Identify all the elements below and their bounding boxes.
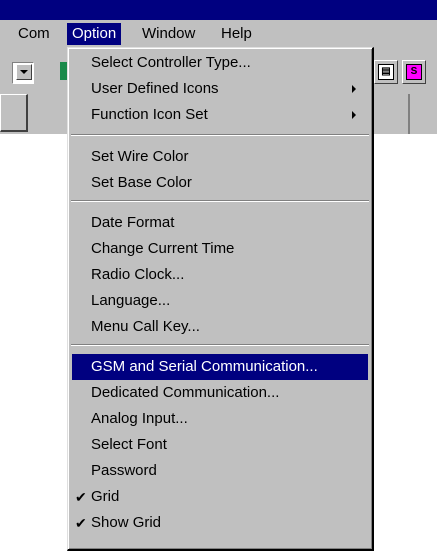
- menu-option[interactable]: Option: [67, 23, 122, 45]
- menu-item-label: User Defined Icons: [91, 80, 219, 97]
- menu-item-date-format[interactable]: Date Format: [72, 210, 368, 236]
- menu-item-label: Menu Call Key...: [91, 318, 200, 335]
- option-menu: Select Controller Type... User Defined Ic…: [67, 47, 374, 551]
- menu-separator: [71, 134, 369, 136]
- checkmark-icon: ✔: [75, 489, 87, 505]
- menu-item-label: Analog Input...: [91, 410, 188, 427]
- menu-item-label: Set Wire Color: [91, 148, 189, 165]
- menu-item-label: GSM and Serial Communication...: [91, 358, 318, 375]
- menu-item-menu-call-key[interactable]: Menu Call Key...: [72, 314, 368, 340]
- menu-item-select-font[interactable]: Select Font: [72, 432, 368, 458]
- menu-item-grid[interactable]: ✔ Grid: [72, 484, 368, 510]
- menu-item-show-grid[interactable]: ✔ Show Grid: [72, 510, 368, 536]
- menu-item-change-current-time[interactable]: Change Current Time: [72, 236, 368, 262]
- menu-item-label: Set Base Color: [91, 174, 192, 191]
- toolbar-button-2[interactable]: S: [402, 60, 426, 84]
- menu-separator: [71, 200, 369, 202]
- chevron-down-icon[interactable]: [16, 64, 32, 80]
- toolbar-dropdown[interactable]: [12, 62, 34, 84]
- menu-item-label: Show Grid: [91, 514, 162, 531]
- menu-item-set-base-color[interactable]: Set Base Color: [72, 170, 368, 196]
- menu-item-set-wire-color[interactable]: Set Wire Color: [72, 144, 368, 170]
- title-bar: [0, 0, 437, 20]
- left-panel-button[interactable]: [0, 94, 28, 132]
- menu-item-dedicated-communication[interactable]: Dedicated Communication...: [72, 380, 368, 406]
- s-icon: S: [406, 64, 422, 80]
- menu-help[interactable]: Help: [216, 23, 257, 45]
- menu-item-label: Function Icon Set: [91, 106, 208, 123]
- grid-icon: ▤: [378, 64, 394, 80]
- menu-separator: [71, 344, 369, 346]
- menu-item-label: Select Controller Type...: [91, 54, 251, 71]
- menu-item-radio-clock[interactable]: Radio Clock...: [72, 262, 368, 288]
- menu-item-function-icon-set[interactable]: Function Icon Set: [72, 102, 368, 128]
- menu-item-label: Password: [91, 462, 157, 479]
- menu-item-password[interactable]: Password: [72, 458, 368, 484]
- menu-window[interactable]: Window: [137, 23, 200, 45]
- submenu-arrow-icon: [352, 85, 356, 93]
- menu-item-label: Select Font: [91, 436, 167, 453]
- menu-item-analog-input[interactable]: Analog Input...: [72, 406, 368, 432]
- menu-item-label: Grid: [91, 488, 120, 505]
- menu-item-label: Date Format: [91, 214, 175, 231]
- checkmark-icon: ✔: [75, 515, 87, 531]
- submenu-arrow-icon: [352, 111, 356, 119]
- toolbar-button-1[interactable]: ▤: [374, 60, 398, 84]
- menu-item-select-controller-type[interactable]: Select Controller Type...: [72, 50, 368, 76]
- menu-item-gsm-and-serial-communication[interactable]: GSM and Serial Communication...: [72, 354, 368, 380]
- menu-item-language[interactable]: Language...: [72, 288, 368, 314]
- menu-item-user-defined-icons[interactable]: User Defined Icons: [72, 76, 368, 102]
- menu-item-label: Language...: [91, 292, 171, 309]
- menu-com[interactable]: Com: [13, 23, 55, 45]
- toolbar-divider: [408, 94, 410, 134]
- menu-item-label: Change Current Time: [91, 240, 235, 257]
- menu-bar: Com Option Window Help: [0, 20, 437, 48]
- menu-item-label: Dedicated Communication...: [91, 384, 280, 401]
- menu-item-label: Radio Clock...: [91, 266, 185, 283]
